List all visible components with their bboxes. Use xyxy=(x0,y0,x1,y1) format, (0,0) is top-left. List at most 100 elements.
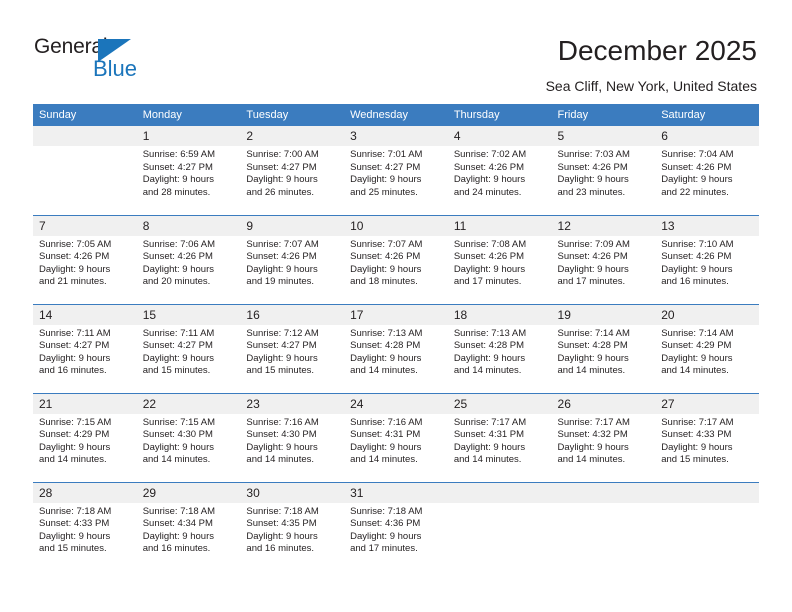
daylight-text-line1: Daylight: 9 hours xyxy=(142,174,214,186)
calendar-day-cell[interactable]: 29 Sunrise: 7:18 AM Sunset: 4:34 PM Dayligh… xyxy=(136,481,241,571)
calendar-day-cell[interactable]: 1 Sunrise: 6:59 AM Sunset: 4:27 PM Daylight… xyxy=(136,126,241,215)
calendar-day-cell[interactable]: 27 Sunrise: 7:17 AM Sunset: 4:33 PM Dayligh… xyxy=(655,392,759,482)
daylight-text-line2: and 18 minutes. xyxy=(350,276,418,288)
calendar-day-cell[interactable]: 8 Sunrise: 7:06 AM Sunset: 4:26 PM Daylight… xyxy=(136,214,241,304)
calendar-header-row: Sunday Monday Tuesday Wednesday Thursday… xyxy=(33,104,759,126)
daylight-text-line2: and 17 minutes. xyxy=(557,276,626,288)
day-number: 25 xyxy=(447,393,552,414)
calendar-day-cell[interactable]: 28 Sunrise: 7:18 AM Sunset: 4:33 PM Dayligh… xyxy=(33,481,137,571)
sunset-text: Sunset: 4:27 PM xyxy=(142,161,213,173)
day-sun-info: Sunrise: 7:18 AM Sunset: 4:36 PM Daylight:… xyxy=(344,503,448,556)
daylight-text-line1: Daylight: 9 hours xyxy=(661,174,733,186)
day-sun-info: Sunrise: 7:01 AM Sunset: 4:27 PM Daylight:… xyxy=(344,146,448,199)
daylight-text-line2: and 14 minutes. xyxy=(39,454,107,466)
logo-text-blue: Blue xyxy=(93,56,138,81)
calendar-day-cell[interactable]: 24 Sunrise: 7:16 AM Sunset: 4:31 PM Dayligh… xyxy=(344,392,448,482)
calendar-day-cell[interactable]: 21 Sunrise: 7:15 AM Sunset: 4:29 PM Dayligh… xyxy=(33,392,137,482)
calendar-day-cell[interactable]: 14 Sunrise: 7:11 AM Sunset: 4:27 PM Dayligh… xyxy=(33,303,137,393)
day-sun-info: Sunrise: 7:14 AM Sunset: 4:29 PM Daylight:… xyxy=(655,325,759,378)
daylight-text-line2: and 22 minutes. xyxy=(661,186,729,198)
sunrise-text: Sunrise: 7:13 AM xyxy=(453,327,527,339)
weekday-header-thursday: Thursday xyxy=(447,104,552,126)
sunset-text: Sunset: 4:26 PM xyxy=(39,251,110,263)
calendar-day-cell[interactable]: 9 Sunrise: 7:07 AM Sunset: 4:26 PM Daylight… xyxy=(240,214,345,304)
daylight-text-line2: and 14 minutes. xyxy=(350,454,418,466)
daylight-text-line1: Daylight: 9 hours xyxy=(39,263,111,275)
sunrise-text: Sunrise: 7:08 AM xyxy=(453,238,527,250)
daylight-text-line2: and 20 minutes. xyxy=(142,276,211,288)
day-number: 22 xyxy=(136,393,241,414)
calendar-day-cell[interactable]: 17 Sunrise: 7:13 AM Sunset: 4:28 PM Dayligh… xyxy=(344,303,448,393)
daylight-text-line2: and 16 minutes. xyxy=(142,543,211,555)
weekday-header-saturday: Saturday xyxy=(655,104,759,126)
sunrise-text: Sunrise: 7:18 AM xyxy=(142,505,216,517)
day-sun-info: Sunrise: 7:05 AM Sunset: 4:26 PM Daylight:… xyxy=(33,236,137,289)
calendar-day-cell[interactable]: 2 Sunrise: 7:00 AM Sunset: 4:27 PM Daylight… xyxy=(240,126,345,215)
general-blue-logo[interactable]: General Blue xyxy=(34,34,164,82)
calendar-day-cell[interactable]: 11 Sunrise: 7:08 AM Sunset: 4:26 PM Dayligh… xyxy=(447,214,552,304)
sunset-text: Sunset: 4:27 PM xyxy=(350,161,421,173)
daylight-text-line2: and 15 minutes. xyxy=(39,543,107,555)
daylight-text-line1: Daylight: 9 hours xyxy=(661,263,733,275)
calendar-day-cell[interactable]: 10 Sunrise: 7:07 AM Sunset: 4:26 PM Dayligh… xyxy=(344,214,448,304)
sunrise-text: Sunrise: 7:06 AM xyxy=(142,238,216,250)
sunset-text: Sunset: 4:27 PM xyxy=(39,340,110,352)
sunset-text: Sunset: 4:27 PM xyxy=(142,340,213,352)
calendar-day-cell[interactable]: 3 Sunrise: 7:01 AM Sunset: 4:27 PM Daylight… xyxy=(344,126,448,215)
calendar-week-row: 1 Sunrise: 6:59 AM Sunset: 4:27 PM Daylight… xyxy=(33,126,759,215)
sunrise-text: Sunrise: 7:18 AM xyxy=(39,505,112,517)
calendar-day-cell[interactable]: 23 Sunrise: 7:16 AM Sunset: 4:30 PM Dayligh… xyxy=(240,392,345,482)
calendar-day-cell[interactable]: 4 Sunrise: 7:02 AM Sunset: 4:26 PM Daylight… xyxy=(447,126,552,215)
day-number: 28 xyxy=(33,482,137,503)
calendar-day-cell[interactable]: 19 Sunrise: 7:14 AM Sunset: 4:28 PM Dayligh… xyxy=(551,303,656,393)
calendar-day-cell[interactable]: 5 Sunrise: 7:03 AM Sunset: 4:26 PM Daylight… xyxy=(551,126,656,215)
daylight-text-line1: Daylight: 9 hours xyxy=(39,352,111,364)
calendar-day-cell[interactable]: 18 Sunrise: 7:13 AM Sunset: 4:28 PM Dayligh… xyxy=(447,303,552,393)
sunrise-text: Sunrise: 7:17 AM xyxy=(453,416,527,428)
sunset-text: Sunset: 4:26 PM xyxy=(557,161,628,173)
day-sun-info: Sunrise: 7:06 AM Sunset: 4:26 PM Daylight:… xyxy=(137,236,241,289)
day-sun-info: Sunrise: 7:07 AM Sunset: 4:26 PM Daylight:… xyxy=(344,236,448,289)
day-number: 6 xyxy=(655,126,759,146)
sunset-text: Sunset: 4:26 PM xyxy=(350,251,421,263)
day-number: 12 xyxy=(551,215,656,236)
sunrise-text: Sunrise: 7:14 AM xyxy=(557,327,630,339)
calendar-day-cell[interactable]: 16 Sunrise: 7:12 AM Sunset: 4:27 PM Dayligh… xyxy=(240,303,345,393)
daylight-text-line2: and 14 minutes. xyxy=(661,365,729,377)
day-number xyxy=(33,126,137,146)
day-sun-info: Sunrise: 7:03 AM Sunset: 4:26 PM Daylight:… xyxy=(552,146,656,199)
sunrise-text: Sunrise: 7:11 AM xyxy=(142,327,215,339)
daylight-text-line2: and 14 minutes. xyxy=(453,454,522,466)
sunrise-text: Sunrise: 7:16 AM xyxy=(246,416,319,428)
calendar-day-cell[interactable]: 15 Sunrise: 7:11 AM Sunset: 4:27 PM Dayligh… xyxy=(136,303,241,393)
calendar-day-cell[interactable]: 31 Sunrise: 7:18 AM Sunset: 4:36 PM Dayligh… xyxy=(344,481,448,571)
sunset-text: Sunset: 4:26 PM xyxy=(661,251,732,263)
calendar-day-cell[interactable]: 12 Sunrise: 7:09 AM Sunset: 4:26 PM Dayligh… xyxy=(551,214,656,304)
page-subtitle-location: Sea Cliff, New York, United States xyxy=(545,78,757,94)
calendar-day-cell[interactable]: 6 Sunrise: 7:04 AM Sunset: 4:26 PM Daylight… xyxy=(655,126,759,215)
daylight-text-line2: and 16 minutes. xyxy=(661,276,729,288)
calendar-day-cell[interactable]: 26 Sunrise: 7:17 AM Sunset: 4:32 PM Dayligh… xyxy=(551,392,656,482)
daylight-text-line2: and 15 minutes. xyxy=(142,365,211,377)
calendar-day-cell[interactable]: 13 Sunrise: 7:10 AM Sunset: 4:26 PM Dayligh… xyxy=(655,214,759,304)
calendar-day-cell[interactable]: 25 Sunrise: 7:17 AM Sunset: 4:31 PM Dayligh… xyxy=(447,392,552,482)
sunset-text: Sunset: 4:31 PM xyxy=(350,429,421,441)
day-number: 19 xyxy=(551,304,656,325)
day-sun-info: Sunrise: 7:13 AM Sunset: 4:28 PM Daylight:… xyxy=(344,325,448,378)
sunrise-text: Sunrise: 7:02 AM xyxy=(453,149,527,160)
calendar-day-cell-empty xyxy=(551,481,656,571)
daylight-text-line2: and 24 minutes. xyxy=(453,186,522,198)
day-number: 13 xyxy=(655,215,759,236)
calendar-day-cell[interactable]: 22 Sunrise: 7:15 AM Sunset: 4:30 PM Dayligh… xyxy=(136,392,241,482)
daylight-text-line2: and 14 minutes. xyxy=(557,454,626,466)
daylight-text-line2: and 17 minutes. xyxy=(350,543,418,555)
calendar-day-cell[interactable]: 7 Sunrise: 7:05 AM Sunset: 4:26 PM Daylight… xyxy=(33,214,137,304)
day-sun-info: Sunrise: 7:18 AM Sunset: 4:35 PM Daylight:… xyxy=(240,503,344,556)
sunrise-text: Sunrise: 7:12 AM xyxy=(246,327,319,339)
calendar-day-cell[interactable]: 20 Sunrise: 7:14 AM Sunset: 4:29 PM Dayligh… xyxy=(655,303,759,393)
daylight-text-line1: Daylight: 9 hours xyxy=(246,174,318,186)
day-sun-info: Sunrise: 7:11 AM Sunset: 4:27 PM Daylight:… xyxy=(33,325,137,378)
calendar-day-cell[interactable]: 30 Sunrise: 7:18 AM Sunset: 4:35 PM Dayligh… xyxy=(240,481,345,571)
day-number: 5 xyxy=(551,126,656,146)
daylight-text-line1: Daylight: 9 hours xyxy=(661,441,733,453)
